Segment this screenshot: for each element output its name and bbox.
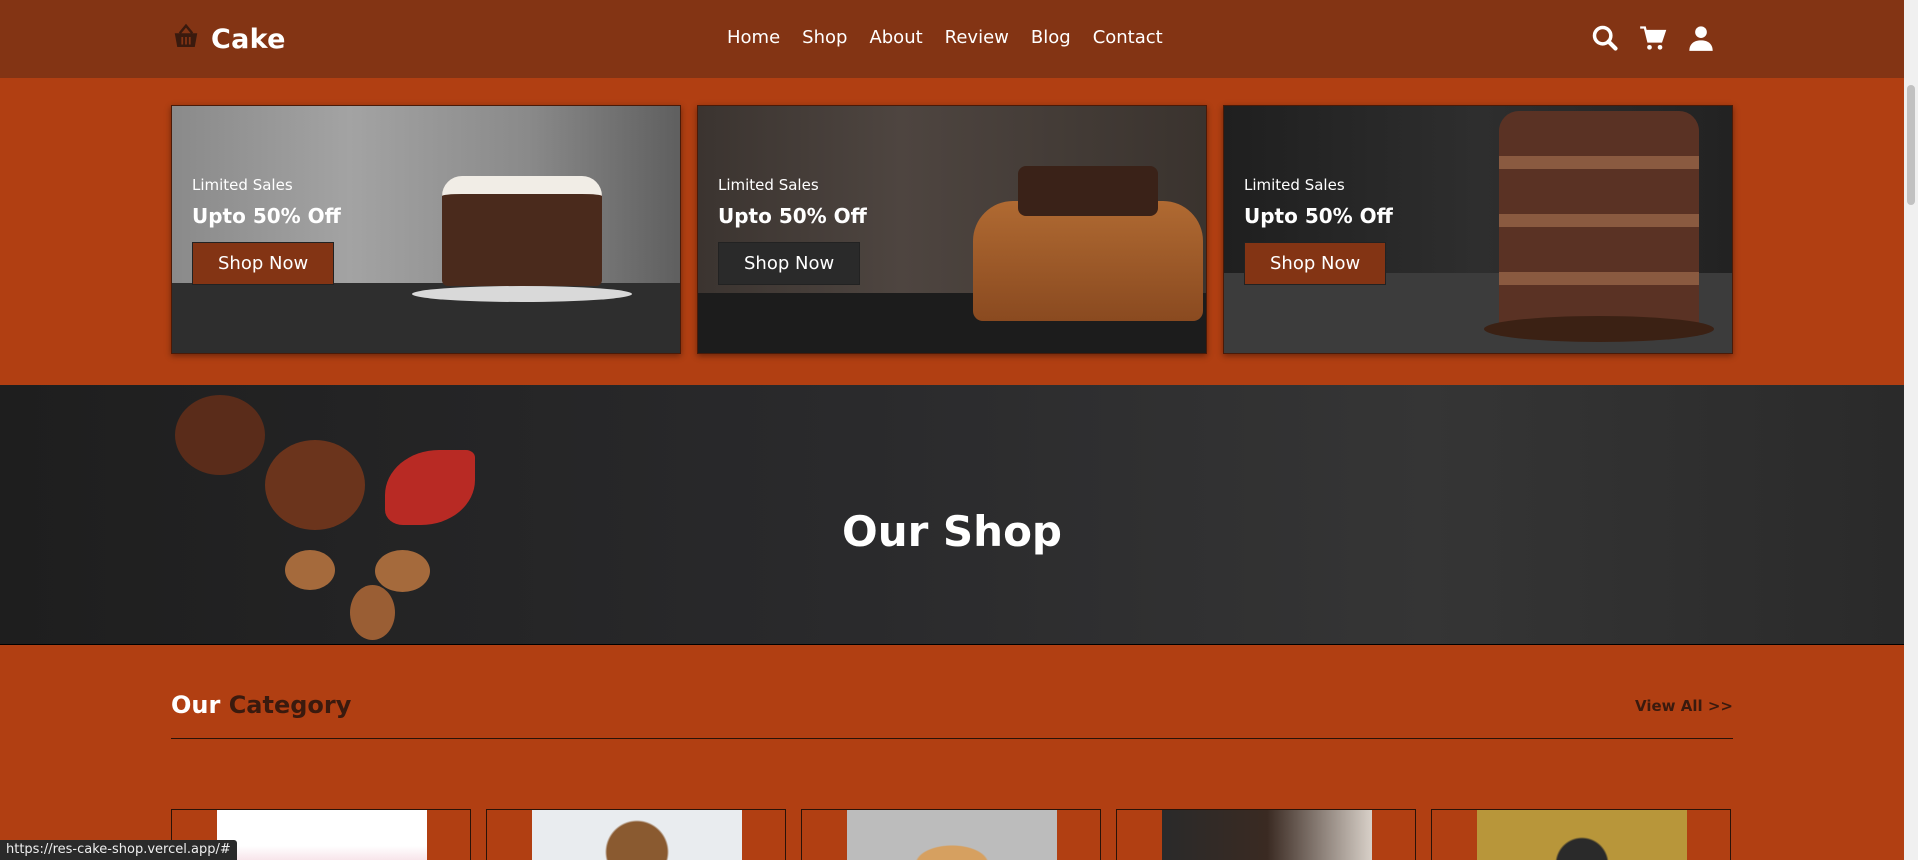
category-image bbox=[1477, 810, 1687, 860]
nav-home[interactable]: Home bbox=[727, 27, 780, 48]
category-title-our: Our bbox=[171, 691, 221, 719]
almond-image bbox=[350, 585, 395, 640]
promo-label: Limited Sales bbox=[1244, 176, 1345, 194]
nav-shop[interactable]: Shop bbox=[802, 27, 847, 48]
almond-image bbox=[285, 550, 335, 590]
cake-image bbox=[1499, 111, 1699, 336]
category-image bbox=[532, 810, 742, 860]
search-icon[interactable] bbox=[1591, 24, 1619, 52]
nav-review[interactable]: Review bbox=[945, 27, 1009, 48]
category-card[interactable] bbox=[1431, 809, 1731, 860]
category-card[interactable] bbox=[486, 809, 786, 860]
promo-card: Limited Sales Upto 50% Off Shop Now bbox=[1223, 105, 1733, 354]
user-icon[interactable] bbox=[1687, 24, 1715, 52]
category-card[interactable] bbox=[1116, 809, 1416, 860]
nav-blog[interactable]: Blog bbox=[1031, 27, 1071, 48]
promo-title: Upto 50% Off bbox=[1244, 204, 1393, 228]
nav-about[interactable]: About bbox=[869, 27, 922, 48]
brand-name: Cake bbox=[211, 23, 286, 55]
chocolate-topping-image bbox=[1018, 166, 1158, 216]
main-nav: Home Shop About Review Blog Contact bbox=[727, 27, 1185, 48]
shop-now-button[interactable]: Shop Now bbox=[192, 242, 335, 285]
category-title-category: Category bbox=[228, 691, 352, 719]
category-header: Our Category View All >> bbox=[171, 691, 1733, 739]
brand-logo[interactable]: Cake bbox=[171, 22, 286, 56]
view-all-link[interactable]: View All >> bbox=[1635, 697, 1733, 715]
shop-now-button[interactable]: Shop Now bbox=[718, 242, 861, 285]
promo-row: Limited Sales Upto 50% Off Shop Now Limi… bbox=[171, 105, 1733, 354]
cake-stand-image bbox=[412, 286, 632, 302]
category-image bbox=[1162, 810, 1372, 860]
scrollbar[interactable] bbox=[1904, 0, 1918, 860]
chestnut-image bbox=[175, 395, 265, 475]
shop-now-button[interactable]: Shop Now bbox=[1244, 242, 1387, 285]
category-image bbox=[847, 810, 1057, 860]
header-actions bbox=[1591, 24, 1715, 52]
status-url: https://res-cake-shop.vercel.app/# bbox=[0, 840, 237, 860]
category-row bbox=[171, 809, 1733, 860]
promo-content: Limited Sales Upto 50% Off Shop Now bbox=[718, 176, 867, 285]
promo-content: Limited Sales Upto 50% Off Shop Now bbox=[1244, 176, 1393, 285]
cart-icon[interactable] bbox=[1639, 24, 1667, 52]
banner-title: Our Shop bbox=[841, 507, 1062, 556]
promo-content: Limited Sales Upto 50% Off Shop Now bbox=[192, 176, 341, 285]
cake-board-image bbox=[1484, 316, 1714, 342]
scrollbar-thumb[interactable] bbox=[1907, 85, 1915, 205]
cake-image bbox=[442, 176, 602, 286]
promo-title: Upto 50% Off bbox=[192, 204, 341, 228]
site-header: Cake Home Shop About Review Blog Contact bbox=[0, 0, 1904, 78]
cake-image bbox=[973, 201, 1203, 321]
category-title: Our Category bbox=[171, 691, 351, 719]
almond-image bbox=[375, 550, 430, 592]
category-card[interactable] bbox=[801, 809, 1101, 860]
promo-label: Limited Sales bbox=[192, 176, 293, 194]
promo-card: Limited Sales Upto 50% Off Shop Now bbox=[697, 105, 1207, 354]
our-shop-banner: Our Shop bbox=[0, 385, 1904, 645]
category-image bbox=[217, 810, 427, 860]
basket-icon bbox=[171, 22, 201, 56]
nav-contact[interactable]: Contact bbox=[1093, 27, 1163, 48]
promo-card: Limited Sales Upto 50% Off Shop Now bbox=[171, 105, 681, 354]
promo-title: Upto 50% Off bbox=[718, 204, 867, 228]
promo-label: Limited Sales bbox=[718, 176, 819, 194]
